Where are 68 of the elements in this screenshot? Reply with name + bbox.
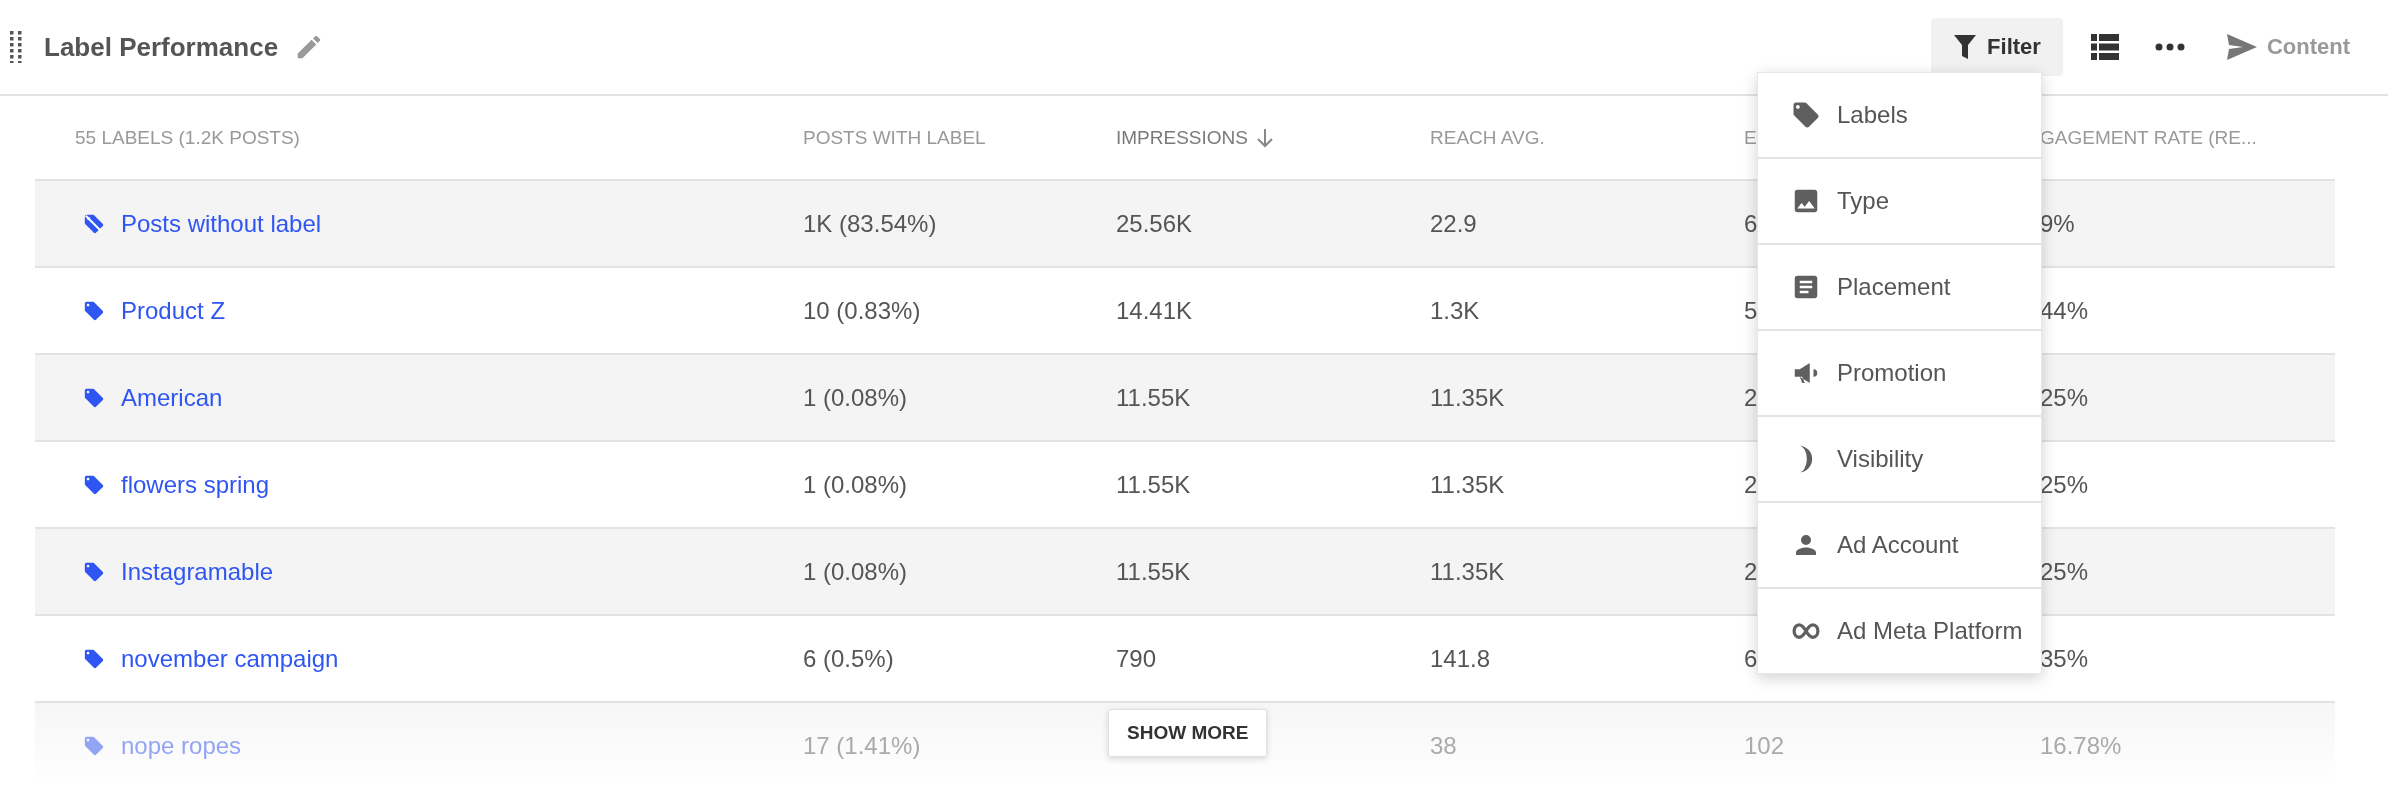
table-cell-text: 1 (0.08%) [803, 383, 909, 412]
menu-item[interactable]: Promotion [1758, 329, 2041, 415]
table-cell-text: 6 (0.5%) [803, 644, 895, 673]
table-cell-text: 11.35K [1430, 383, 1506, 412]
label-link[interactable]: flowers spring [121, 470, 270, 499]
label-link[interactable]: november campaign [121, 644, 339, 673]
table-cell-text: 6 [1744, 644, 1759, 673]
tag-slash-icon [83, 212, 105, 235]
menu-item[interactable]: Type [1758, 157, 2041, 243]
table-cell-text: 2 [1744, 383, 1759, 412]
table-cell-text: 102 [1744, 731, 1786, 760]
widget-title: Label Performance [44, 31, 279, 63]
label-link[interactable]: Instagramable [121, 557, 274, 586]
menu-item[interactable]: Ad Meta Platform [1758, 587, 2041, 673]
table-cell-text: 2 [1744, 557, 1759, 586]
table-cell-text: 25% [2040, 557, 2090, 586]
tag-icon [83, 473, 105, 496]
table-cell-text: 1.3K [1430, 296, 1481, 325]
menu-item[interactable]: Labels [1758, 73, 2041, 157]
table-cell-text: 11.55K [1116, 557, 1192, 586]
table-cell-text: 22.9 [1430, 209, 1478, 238]
column-header[interactable]: 55 LABELS (1.2K POSTS) [35, 126, 300, 149]
label-link[interactable]: Product Z [121, 296, 226, 325]
column-header[interactable]: GAGEMENT RATE (RE... [2040, 126, 2257, 149]
table-cell-text: 5 [1744, 296, 1759, 325]
table-cell-text: 25% [2040, 383, 2090, 412]
tag-icon [1791, 100, 1821, 130]
table-cell-text: 9% [2040, 209, 2076, 238]
filter-icon [1953, 34, 1978, 60]
column-header[interactable]: IMPRESSIONS [1116, 126, 1274, 149]
table-cell-text: 14.41K [1116, 296, 1194, 325]
table-cell-text: 1 (0.08%) [803, 470, 909, 499]
table-cell-text: 16.78% [2040, 731, 2123, 760]
table-cell-text: 38 [1430, 731, 1458, 760]
column-header[interactable]: E [1744, 126, 1757, 149]
table-cell-text: 1 (0.08%) [803, 557, 909, 586]
drag-handle-icon[interactable] [10, 31, 22, 63]
menu-item[interactable]: Placement [1758, 243, 2041, 329]
table-cell-text: 25.56K [1116, 209, 1194, 238]
tag-icon [83, 299, 105, 322]
column-header[interactable]: REACH AVG. [1430, 126, 1545, 149]
menu-item[interactable]: Ad Account [1758, 501, 2041, 587]
table-cell-text: 11.35K [1430, 470, 1506, 499]
show-more-button[interactable]: SHOW MORE [1108, 709, 1268, 757]
table-cell-text: 17 (1.41%) [803, 731, 922, 760]
table-cell-text: 10 (0.83%) [803, 296, 922, 325]
table-cell-text: 11.55K [1116, 470, 1192, 499]
table-cell-text: 1K (83.54%) [803, 209, 938, 238]
table-cell-text: 25% [2040, 470, 2090, 499]
menu-item[interactable]: Visibility [1758, 415, 2041, 501]
sort-down-icon [1256, 127, 1274, 148]
table-cell-text: 790 [1116, 644, 1158, 673]
send-icon [2226, 34, 2257, 60]
table-cell-text: 6 [1744, 209, 1759, 238]
table-cell-text: 35% [2040, 644, 2090, 673]
tag-icon [83, 734, 105, 757]
table-cell-text: 2 [1744, 470, 1759, 499]
label-link[interactable]: American [121, 383, 223, 412]
table-cell-text: 44% [2040, 296, 2090, 325]
table-cell-text: 11.35K [1430, 557, 1506, 586]
table-cell-text: 141.8 [1430, 644, 1492, 673]
label-link[interactable]: Posts without label [121, 209, 322, 238]
filter-button[interactable]: Filter [1931, 18, 2063, 76]
tag-icon [83, 560, 105, 583]
column-header[interactable]: POSTS WITH LABEL [803, 126, 986, 149]
table-cell-text: 11.55K [1116, 383, 1192, 412]
tag-icon [83, 386, 105, 409]
tag-icon [83, 647, 105, 670]
